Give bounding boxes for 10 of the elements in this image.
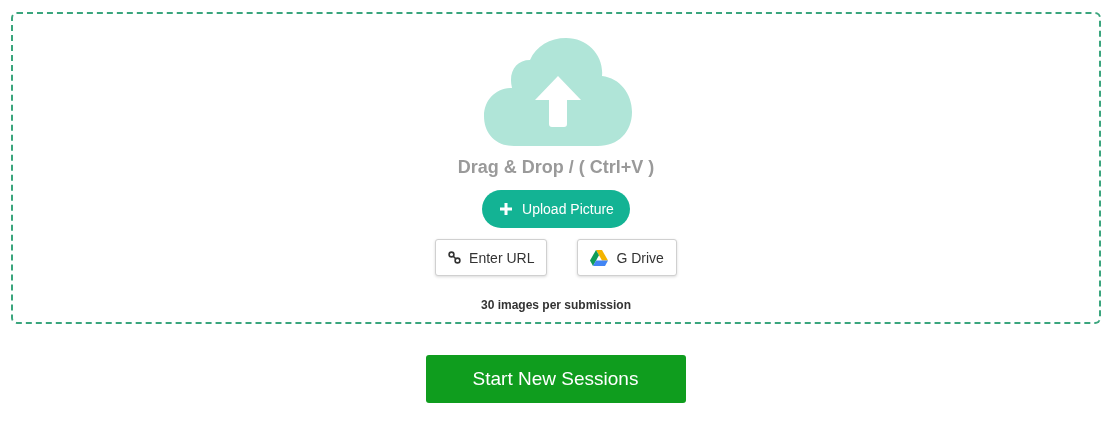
enter-url-button[interactable]: Enter URL — [435, 239, 548, 276]
dropzone[interactable]: Drag & Drop / ( Ctrl+V ) Upload Picture Enter URL G Drive 30 images per submission — [11, 12, 1101, 324]
plus-icon — [500, 203, 513, 215]
drive-icon — [590, 249, 609, 266]
drive-button[interactable]: G Drive — [577, 239, 677, 276]
start-new-sessions-button[interactable]: Start New Sessions — [425, 355, 686, 403]
drop-prompt: Drag & Drop / ( Ctrl+V ) — [457, 157, 655, 178]
limit-note: 30 images per submission — [480, 298, 632, 312]
link-icon — [448, 251, 462, 264]
cloud-upload-icon — [484, 38, 632, 146]
